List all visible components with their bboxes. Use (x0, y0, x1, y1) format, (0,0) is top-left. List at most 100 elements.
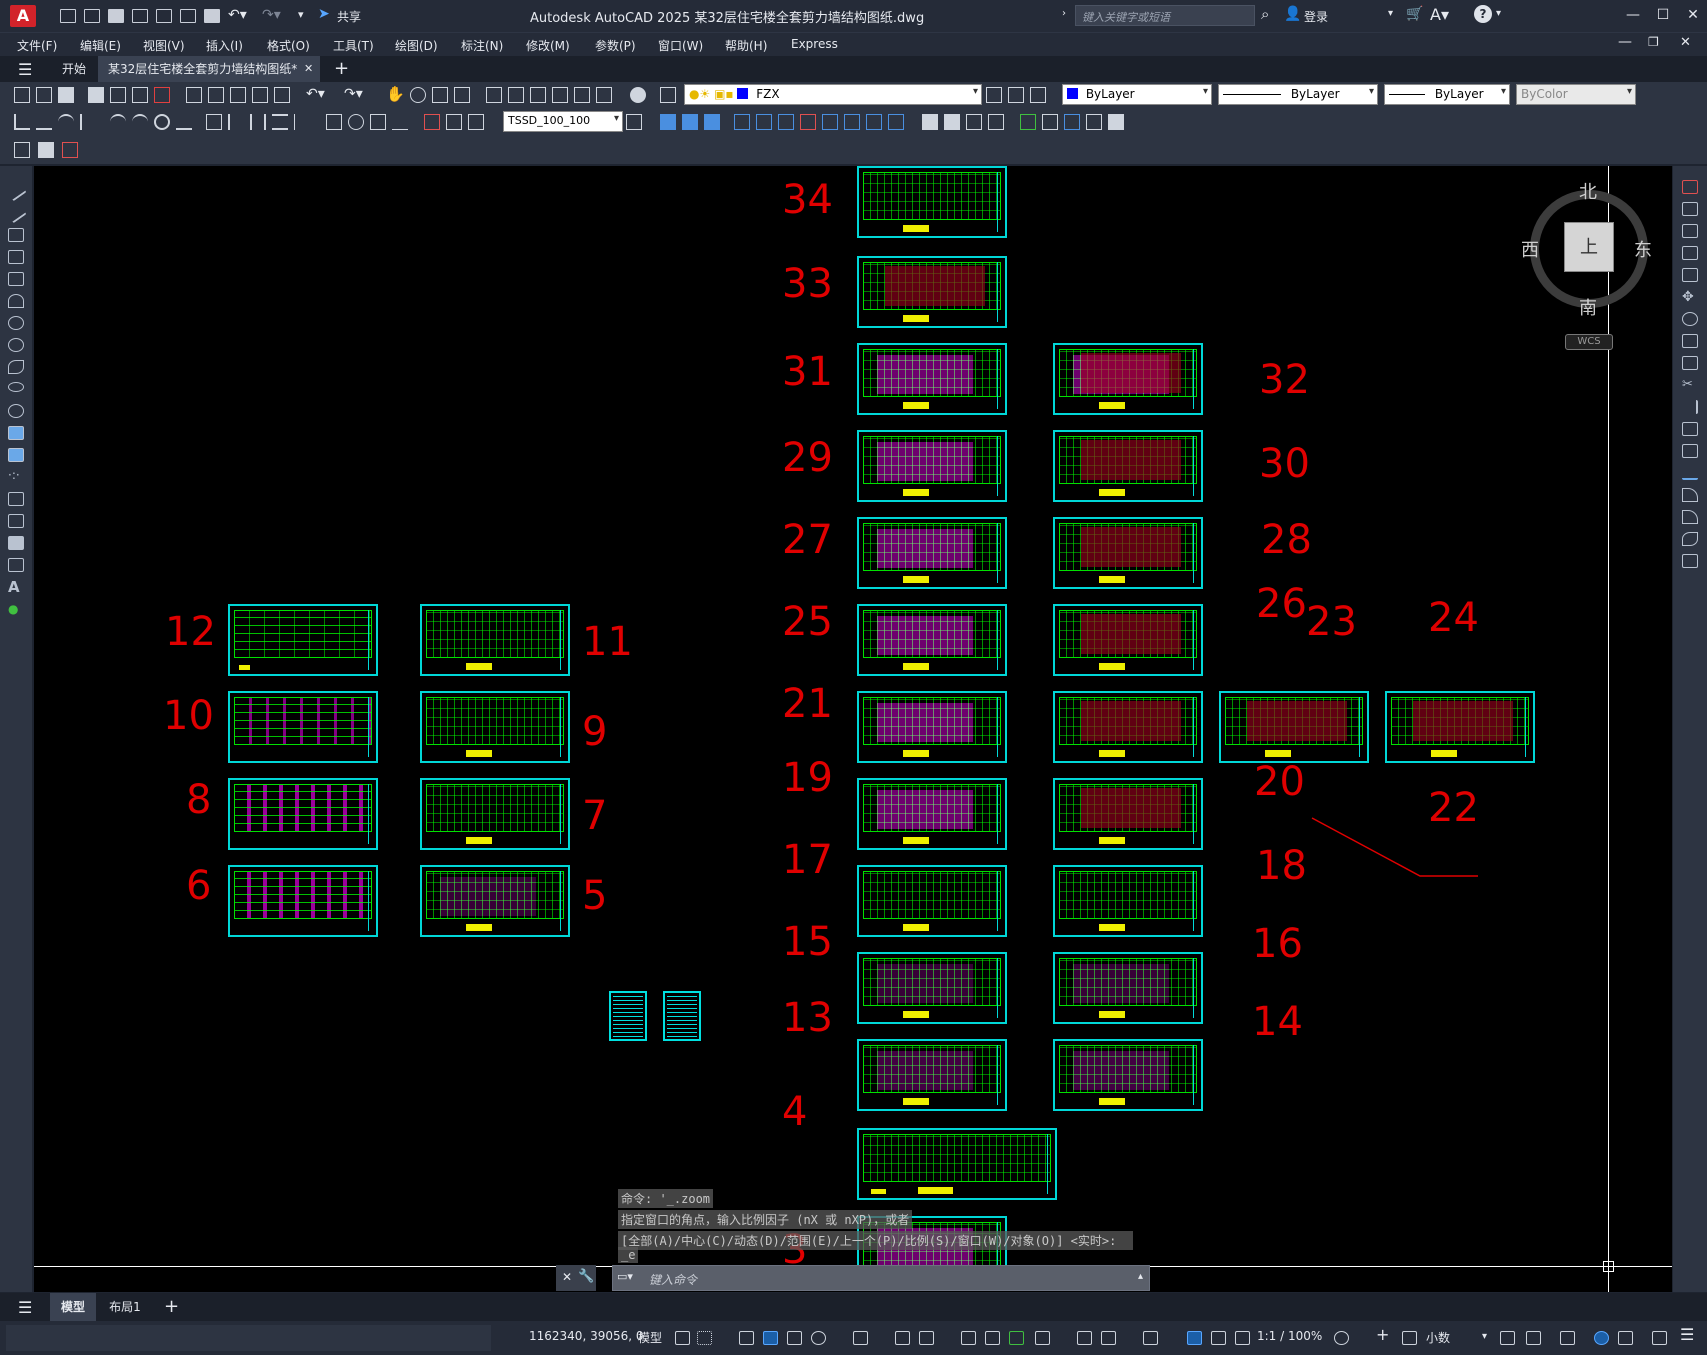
batch-plot-icon[interactable] (14, 142, 30, 158)
status-customize-icon[interactable]: ☰ (1680, 1325, 1694, 1344)
make-current-layer-icon[interactable] (986, 87, 1002, 103)
scale-icon[interactable] (1682, 334, 1698, 348)
hatch-icon[interactable] (8, 492, 24, 506)
sheet-11[interactable] (420, 604, 570, 676)
doc-minimize-button[interactable]: — (1618, 34, 1632, 50)
compass-north[interactable]: 北 (1579, 178, 1597, 204)
menu-parametric[interactable]: 参数(P) (595, 37, 636, 54)
copy-object-icon[interactable] (1682, 202, 1698, 216)
sheet-16[interactable] (1053, 952, 1203, 1024)
save-toolbar-icon[interactable] (58, 87, 74, 103)
tssd-9-icon[interactable] (844, 114, 860, 130)
menu-insert[interactable]: 插入(I) (206, 37, 243, 54)
tssd-16-icon[interactable] (1020, 114, 1036, 130)
dim-jogged-icon[interactable] (132, 114, 148, 130)
annotation-scale-value[interactable]: 1:1 / 100% (1257, 1329, 1322, 1343)
dim-text-edit-icon[interactable] (446, 114, 462, 130)
sheet-28[interactable] (1053, 517, 1203, 589)
command-history-toggle-icon[interactable]: ▴ (1138, 1271, 1143, 1282)
point-icon[interactable]: ·:· (8, 469, 24, 484)
sheet-list-icon[interactable] (38, 142, 54, 158)
menu-draw[interactable]: 绘图(D) (395, 37, 438, 54)
tssd-2-icon[interactable] (682, 114, 698, 130)
autodesk-a360-icon[interactable]: A▾ (1430, 5, 1449, 24)
menu-tools[interactable]: 工具(T) (333, 37, 374, 54)
dynamic-ucs-icon[interactable] (1077, 1331, 1092, 1345)
snap-icon[interactable] (697, 1331, 712, 1345)
publish-pdf-icon[interactable] (62, 142, 78, 158)
layer-previous-icon[interactable] (1008, 87, 1024, 103)
annotation-visibility-icon[interactable] (1187, 1331, 1202, 1345)
redo-toolbar-icon[interactable]: ↷▾ (344, 86, 363, 102)
doc-restore-button[interactable]: ❐ (1648, 35, 1659, 49)
drawing-canvas[interactable]: 34 33 31 32 29 30 27 28 25 26 23 24 21 1… (34, 166, 1672, 1292)
layout-menu-icon[interactable]: ☰ (18, 1298, 32, 1317)
selection-cycling-icon[interactable] (1009, 1331, 1024, 1345)
pan-icon[interactable]: ✋ (386, 85, 405, 103)
save-icon[interactable] (108, 9, 124, 23)
polyline-icon[interactable] (8, 228, 24, 242)
dim-style-manager-icon[interactable] (626, 114, 642, 130)
insert-block-icon[interactable] (8, 426, 24, 440)
customize-command-icon[interactable]: 🔧 (578, 1269, 594, 1284)
coordinates-readout[interactable]: 1162340, 39056, 0 (529, 1329, 644, 1343)
hardware-acceleration-icon[interactable] (1618, 1331, 1633, 1345)
layer-dropdown[interactable]: ●☀ ▣▪ FZX ▾ (684, 84, 982, 105)
import-icon[interactable] (156, 9, 172, 23)
fillet-icon[interactable] (1682, 510, 1698, 524)
spline-icon[interactable] (8, 360, 24, 374)
doc-close-button[interactable]: ✕ (1680, 35, 1691, 50)
annotation-monitor-icon[interactable]: + (1376, 1325, 1389, 1344)
infer-constraints-icon[interactable] (787, 1331, 802, 1345)
user-icon[interactable]: 👤 (1284, 6, 1301, 22)
wcs-menu[interactable]: WCS (1565, 334, 1613, 350)
sheet-14[interactable] (1053, 1039, 1203, 1111)
close-command-icon[interactable]: ✕ (562, 1270, 572, 1284)
isodraft-icon[interactable] (853, 1331, 868, 1345)
tssd-17-icon[interactable] (1042, 114, 1058, 130)
dim-aligned-icon[interactable] (36, 114, 52, 130)
save-as-icon[interactable] (132, 9, 148, 23)
join-icon[interactable] (1682, 466, 1698, 480)
dim-linear-icon[interactable] (14, 114, 30, 130)
plot-preview-icon[interactable] (110, 87, 126, 103)
object-snap-tracking-icon[interactable] (895, 1331, 910, 1345)
menu-file[interactable]: 文件(F) (17, 37, 57, 54)
chamfer-icon[interactable] (1682, 488, 1698, 502)
table-sheet-2[interactable] (663, 991, 701, 1041)
circle-icon[interactable] (8, 316, 24, 330)
clean-screen-icon[interactable] (1652, 1331, 1667, 1345)
tssd-5-icon[interactable] (756, 114, 772, 130)
sheet-12[interactable] (228, 604, 378, 676)
dimstyle-dropdown[interactable]: TSSD_100_100 ▾ (503, 111, 623, 132)
3d-osnap-icon[interactable] (1035, 1331, 1050, 1345)
dynamic-input-icon[interactable] (739, 1331, 754, 1345)
move-icon[interactable]: ✥ (1682, 290, 1698, 304)
ellipse-icon[interactable] (8, 382, 24, 392)
grid-icon[interactable] (675, 1331, 690, 1345)
login-button[interactable]: 登录 (1304, 8, 1328, 25)
polar-tracking-icon[interactable] (811, 1331, 826, 1345)
close-button[interactable]: ✕ (1678, 4, 1707, 26)
search-expand-icon[interactable]: › (1062, 8, 1066, 19)
trim-icon[interactable]: ✂ (1682, 378, 1698, 392)
ellipse-arc-icon[interactable] (8, 404, 24, 418)
workspace-gear-icon[interactable] (1334, 1331, 1349, 1345)
dim-arc-icon[interactable] (58, 114, 74, 130)
tab-drawing[interactable]: 某32层住宅楼全套剪力墙结构图纸* (98, 56, 320, 82)
make-block-icon[interactable] (8, 448, 24, 462)
sheet-23[interactable] (1219, 691, 1369, 763)
app-menu-icon[interactable]: ☰ (18, 60, 32, 79)
jogged-linear-icon[interactable] (392, 114, 408, 130)
menu-dimension[interactable]: 标注(N) (461, 37, 503, 54)
tssd-15-icon[interactable] (988, 114, 1004, 130)
linetype-dropdown[interactable]: ByLayer ▾ (1218, 84, 1378, 105)
autocad-logo-icon[interactable]: A (10, 5, 36, 27)
help-icon[interactable]: ? (1474, 5, 1492, 23)
units-value[interactable]: 小数 (1426, 1329, 1450, 1346)
plotstyle-dropdown[interactable]: ByColor ▾ (1516, 84, 1636, 105)
stretch-icon[interactable] (1682, 356, 1698, 370)
share-button[interactable]: 共享 (337, 8, 361, 25)
erase-icon[interactable] (1682, 180, 1698, 194)
dim-baseline-icon[interactable] (228, 114, 244, 130)
